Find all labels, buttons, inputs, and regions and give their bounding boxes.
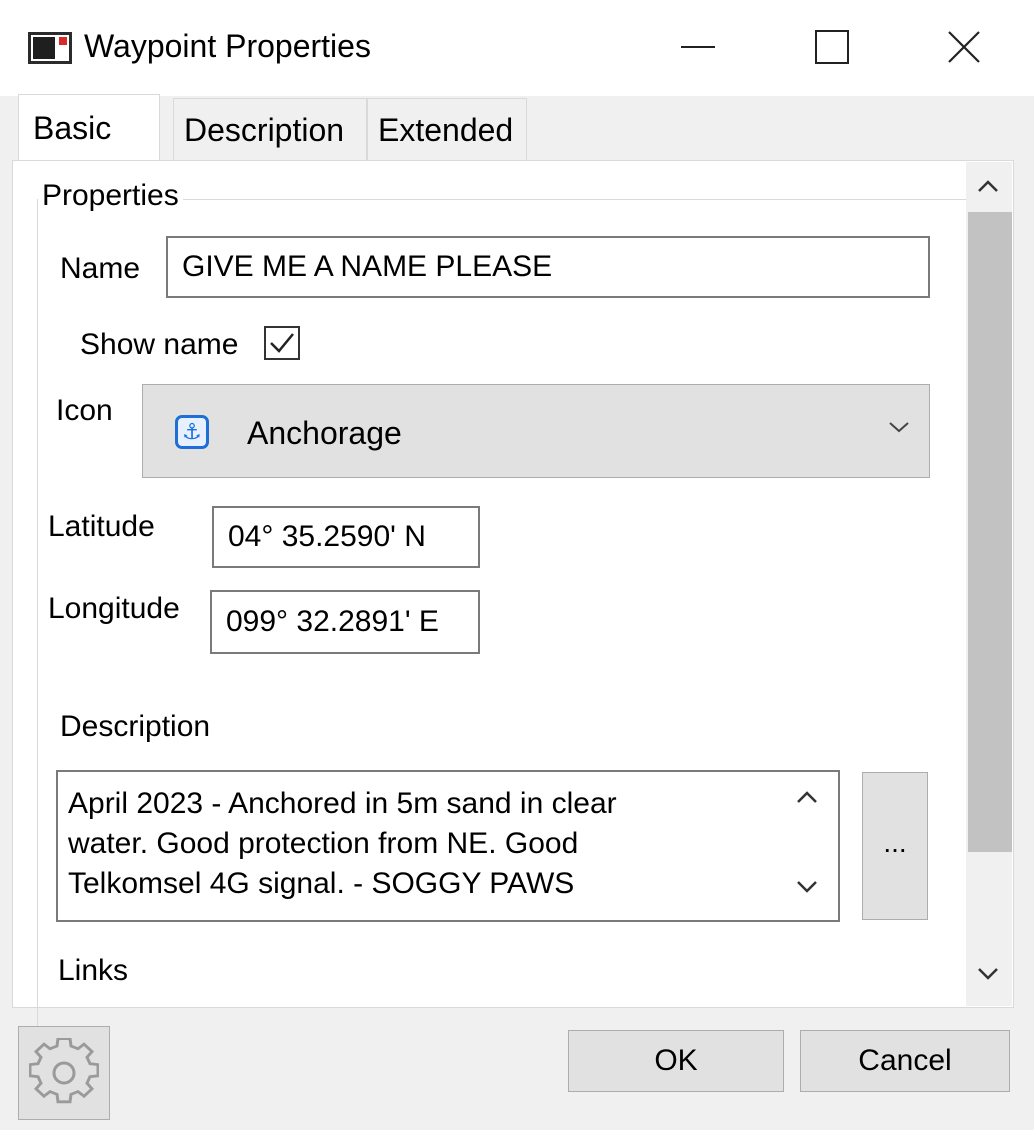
scroll-up-icon[interactable] bbox=[796, 790, 818, 804]
scroll-down-icon[interactable] bbox=[976, 966, 1000, 982]
longitude-input[interactable]: 099° 32.2891' E bbox=[210, 590, 480, 654]
description-label: Description bbox=[60, 710, 211, 743]
gear-icon bbox=[29, 1038, 99, 1104]
scrollbar-thumb[interactable] bbox=[968, 212, 1012, 852]
close-icon bbox=[948, 31, 980, 63]
description-textarea[interactable]: April 2023 - Anchored in 5m sand in clea… bbox=[56, 770, 840, 922]
latitude-input[interactable]: 04° 35.2590' N bbox=[212, 506, 480, 568]
window-title: Waypoint Properties bbox=[84, 28, 371, 64]
minimize-button[interactable] bbox=[658, 18, 738, 76]
checkmark-icon bbox=[270, 333, 294, 353]
close-button[interactable] bbox=[924, 18, 1004, 76]
links-label: Links bbox=[58, 954, 129, 987]
show-name-checkbox[interactable] bbox=[264, 326, 300, 360]
scroll-down-icon[interactable] bbox=[796, 880, 818, 894]
name-label: Name bbox=[60, 252, 141, 285]
app-icon bbox=[28, 32, 72, 64]
properties-group-label: Properties bbox=[38, 176, 183, 216]
maximize-button[interactable] bbox=[792, 18, 872, 76]
ok-button[interactable]: OK bbox=[568, 1030, 784, 1092]
chevron-down-icon bbox=[889, 422, 909, 433]
show-name-label: Show name bbox=[80, 328, 239, 361]
tab-basic[interactable]: Basic bbox=[18, 94, 160, 160]
maximize-icon bbox=[815, 30, 849, 64]
description-text: April 2023 - Anchored in 5m sand in clea… bbox=[68, 787, 617, 900]
tab-description[interactable]: Description bbox=[173, 98, 367, 160]
icon-select-value: Anchorage bbox=[247, 415, 402, 451]
icon-label: Icon bbox=[56, 394, 113, 427]
title-bar[interactable]: Waypoint Properties bbox=[0, 0, 1034, 96]
longitude-label: Longitude bbox=[48, 592, 180, 625]
panel-scrollbar[interactable] bbox=[966, 162, 1012, 1006]
edit-description-button[interactable]: ... bbox=[862, 772, 928, 920]
icon-select[interactable]: ⚓ Anchorage bbox=[142, 384, 930, 478]
cancel-button[interactable]: Cancel bbox=[800, 1030, 1010, 1092]
minimize-icon bbox=[681, 46, 715, 48]
anchor-icon: ⚓ bbox=[175, 415, 209, 449]
name-input[interactable]: GIVE ME A NAME PLEASE bbox=[166, 236, 930, 298]
latitude-label: Latitude bbox=[48, 510, 155, 543]
waypoint-properties-dialog: Waypoint Properties Basic Description Ex… bbox=[0, 0, 1034, 1130]
scroll-up-icon[interactable] bbox=[976, 178, 1000, 194]
tab-extended[interactable]: Extended bbox=[367, 98, 527, 160]
settings-button[interactable] bbox=[18, 1026, 110, 1120]
